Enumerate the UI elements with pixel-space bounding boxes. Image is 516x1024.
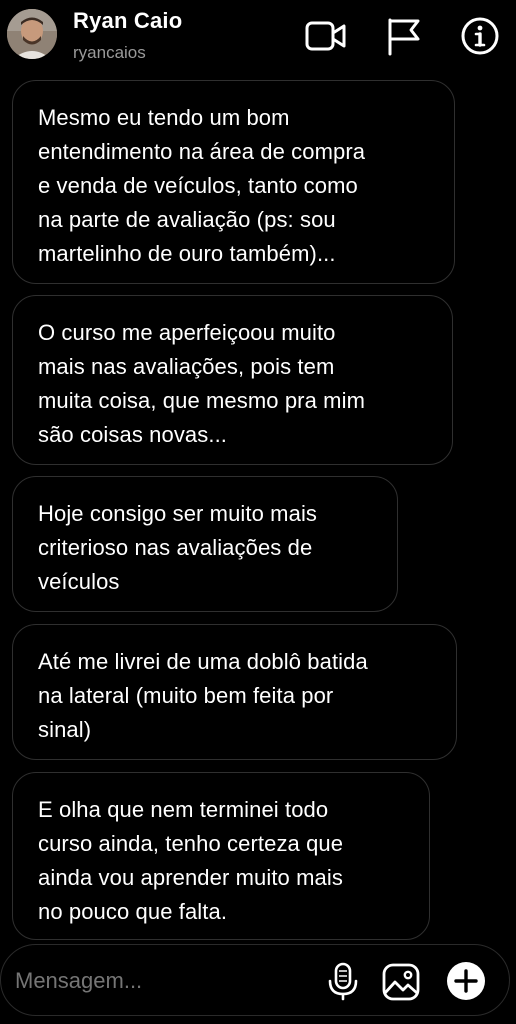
message-bubble[interactable]: E olha que nem terminei todo curso ainda… <box>12 772 430 940</box>
avatar-image <box>7 9 57 59</box>
message-line: sinal) <box>38 717 92 742</box>
message-line: veículos <box>38 569 120 594</box>
message-bubble[interactable]: Mesmo eu tendo um bom entendimento na ár… <box>12 80 455 284</box>
report-button[interactable] <box>382 14 426 58</box>
video-camera-icon <box>305 21 346 51</box>
message-line: são coisas novas... <box>38 422 227 447</box>
add-attachment-button[interactable] <box>445 960 487 1002</box>
message-composer <box>0 944 510 1016</box>
message-line: Hoje consigo ser muito mais <box>38 501 318 526</box>
voice-message-button[interactable] <box>325 961 361 1001</box>
message-line: Mesmo eu tendo um bom <box>38 105 290 130</box>
plus-icon <box>447 962 485 1000</box>
contact-username: ryancaios <box>73 43 146 62</box>
message-line: na parte de avaliação (ps: sou <box>38 207 336 232</box>
message-bubble[interactable]: Até me livrei de uma doblô batida na lat… <box>12 624 457 760</box>
info-icon <box>461 17 499 55</box>
microphone-icon <box>328 962 358 1001</box>
message-line: e venda de veículos, tanto como <box>38 173 358 198</box>
contact-name[interactable]: Ryan Caio <box>73 8 182 34</box>
flag-icon <box>388 18 420 56</box>
avatar[interactable] <box>7 9 57 59</box>
message-input[interactable] <box>13 967 317 995</box>
gallery-button[interactable] <box>381 962 421 1002</box>
message-line: entendimento na área de compra <box>38 139 366 164</box>
message-line: E olha que nem terminei todo <box>38 797 329 822</box>
message-line: Até me livrei de uma doblô batida <box>38 649 368 674</box>
video-call-button[interactable] <box>304 14 348 58</box>
message-line: mais nas avaliações, pois tem <box>38 354 335 379</box>
message-bubble[interactable]: Hoje consigo ser muito mais criterioso n… <box>12 476 398 612</box>
message-bubble[interactable]: O curso me aperfeiçoou muito mais nas av… <box>12 295 453 465</box>
message-line: ainda vou aprender muito mais <box>38 865 343 890</box>
message-line: martelinho de ouro também)... <box>38 241 336 266</box>
message-line: na lateral (muito bem feita por <box>38 683 334 708</box>
chat-header: Ryan Caio ryancaios <box>0 0 516 76</box>
message-line: O curso me aperfeiçoou muito <box>38 320 336 345</box>
message-line: muita coisa, que mesmo pra mim <box>38 388 365 413</box>
message-line: criterioso nas avaliações de <box>38 535 313 560</box>
message-line: curso ainda, tenho certeza que <box>38 831 344 856</box>
info-button[interactable] <box>458 14 502 58</box>
image-gallery-icon <box>382 963 420 1001</box>
message-line: no pouco que falta. <box>38 899 228 924</box>
